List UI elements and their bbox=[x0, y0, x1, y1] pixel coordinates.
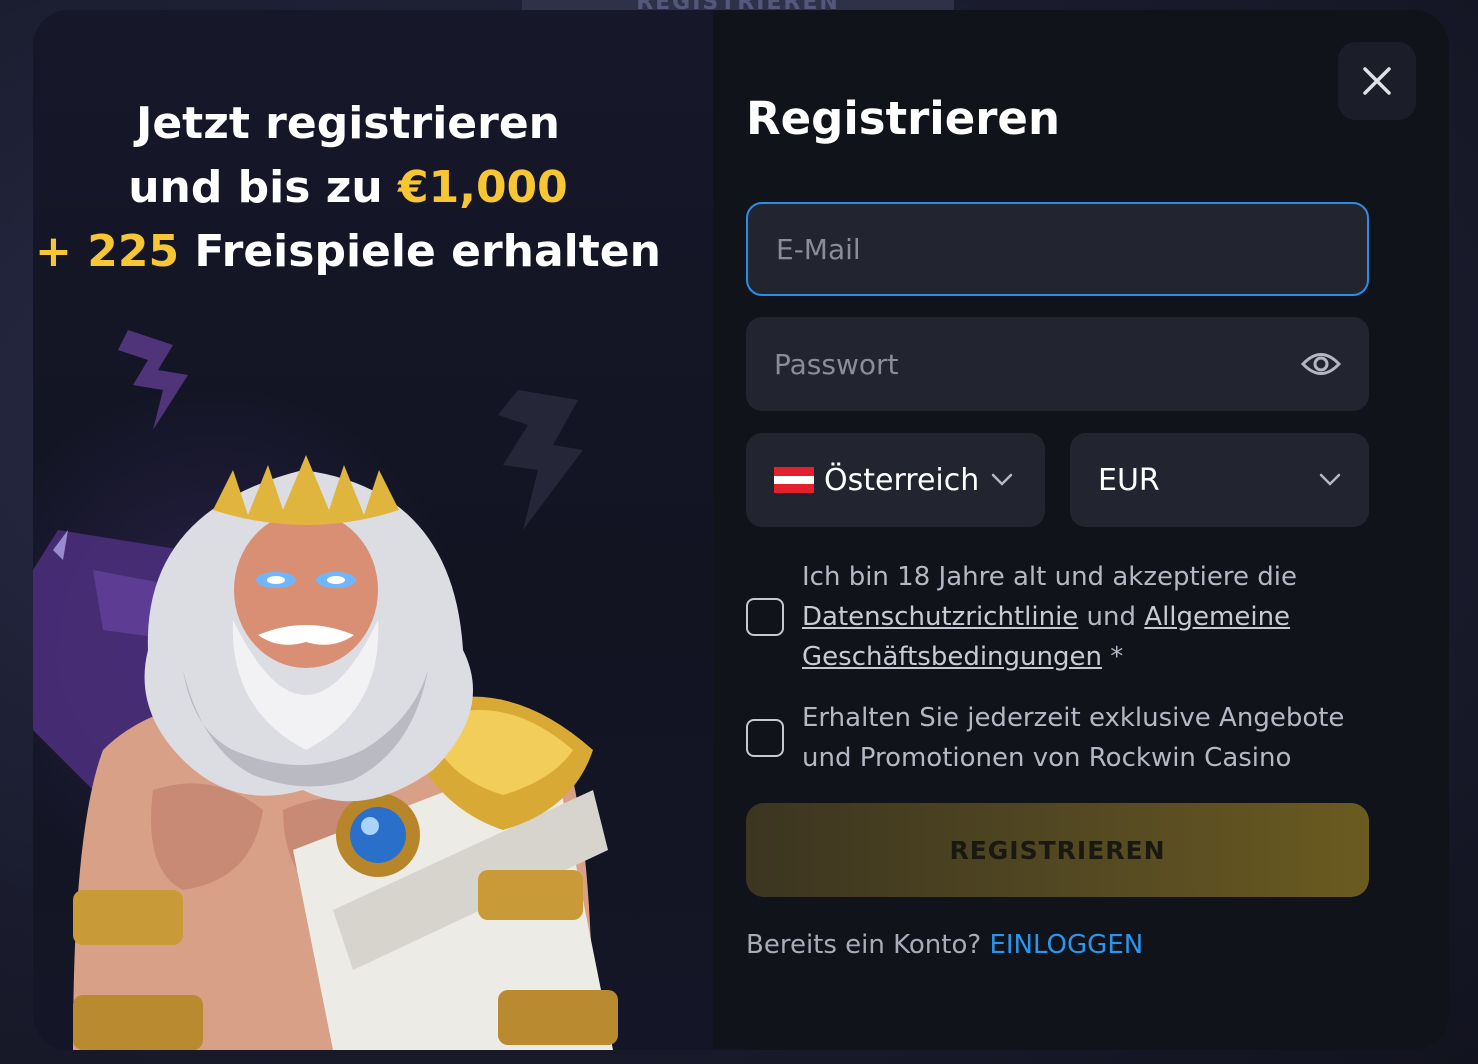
promo-panel: Jetzt registrieren und bis zu €1,000 + 2… bbox=[33, 10, 713, 1050]
terms-checkbox[interactable] bbox=[746, 598, 784, 636]
login-link[interactable]: EINLOGGEN bbox=[989, 930, 1143, 960]
privacy-policy-link[interactable]: Datenschutzrichtlinie bbox=[802, 602, 1078, 632]
login-prompt-text: Bereits ein Konto? bbox=[746, 930, 990, 960]
promo-free-spins-count: + 225 bbox=[35, 226, 180, 277]
promo-line-2-prefix: und bis zu bbox=[128, 162, 398, 213]
currency-select-value: EUR bbox=[1098, 462, 1160, 498]
promotions-consent-row: Erhalten Sie jederzeit exklusive Angebot… bbox=[746, 698, 1369, 778]
register-button[interactable]: REGISTRIEREN bbox=[746, 803, 1369, 897]
country-select[interactable]: Österreich bbox=[746, 433, 1045, 527]
promo-line-3: + 225 Freispiele erhalten bbox=[33, 220, 663, 284]
email-input[interactable] bbox=[776, 232, 1339, 266]
terms-text-before: Ich bin 18 Jahre alt und akzeptiere die bbox=[802, 562, 1297, 592]
chevron-down-icon bbox=[992, 473, 1013, 486]
registration-modal: Jetzt registrieren und bis zu €1,000 + 2… bbox=[33, 10, 1449, 1050]
password-field[interactable] bbox=[746, 317, 1369, 411]
terms-text: Ich bin 18 Jahre alt und akzeptiere die … bbox=[802, 557, 1369, 677]
terms-consent-row: Ich bin 18 Jahre alt und akzeptiere die … bbox=[746, 557, 1369, 677]
email-field[interactable] bbox=[746, 202, 1369, 296]
chevron-down-icon bbox=[1319, 473, 1341, 486]
required-mark: * bbox=[1101, 642, 1124, 672]
eye-icon[interactable] bbox=[1301, 344, 1341, 384]
background-register-tab: REGISTRIEREN bbox=[522, 0, 954, 10]
promo-line-3-suffix: Freispiele erhalten bbox=[179, 226, 661, 277]
austria-flag-icon bbox=[774, 467, 814, 494]
terms-text-mid: und bbox=[1078, 602, 1145, 632]
promo-headline: Jetzt registrieren und bis zu €1,000 + 2… bbox=[33, 92, 663, 284]
login-prompt: Bereits ein Konto? EINLOGGEN bbox=[746, 930, 1143, 960]
promo-amount: €1,000 bbox=[398, 162, 568, 213]
lightning-bolt-icon bbox=[118, 330, 188, 430]
close-button[interactable] bbox=[1338, 42, 1416, 120]
promo-line-1: Jetzt registrieren bbox=[135, 98, 561, 149]
promotions-text: Erhalten Sie jederzeit exklusive Angebot… bbox=[802, 703, 1345, 773]
country-select-value: Österreich bbox=[824, 462, 980, 498]
password-input[interactable] bbox=[774, 347, 1301, 381]
promotions-checkbox[interactable] bbox=[746, 719, 784, 757]
currency-select[interactable]: EUR bbox=[1070, 433, 1369, 527]
promo-line-2: und bis zu €1,000 bbox=[33, 156, 663, 220]
zeus-character-illustration bbox=[73, 455, 618, 1050]
form-title: Registrieren bbox=[746, 92, 1060, 145]
close-icon bbox=[1363, 67, 1391, 95]
